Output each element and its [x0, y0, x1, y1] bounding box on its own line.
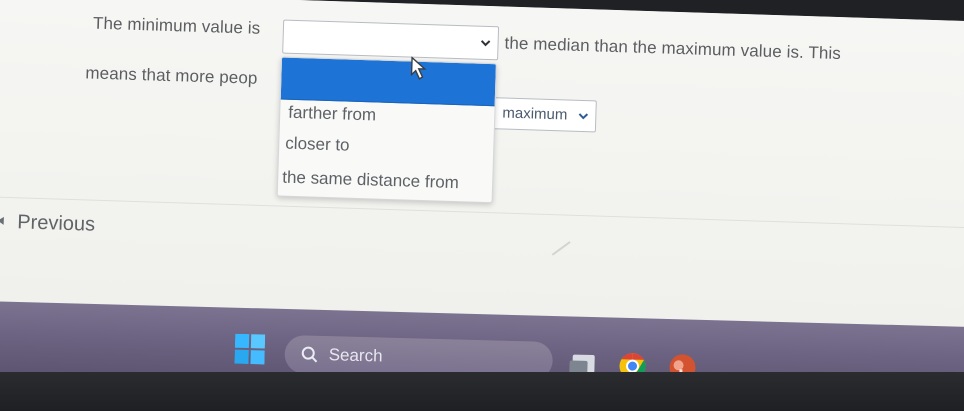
answer-dropdown-secondary-value: maximum	[502, 104, 568, 124]
answer-dropdown-secondary[interactable]: maximum	[491, 97, 597, 133]
dropdown-option-farther-from[interactable]: farther from	[288, 103, 376, 126]
question-text-part3: means that more peop	[85, 63, 258, 88]
question-content: The minimum value is the median than the…	[0, 0, 964, 342]
dropdown-highlighted-option[interactable]	[280, 57, 496, 107]
previous-button[interactable]: Previous	[0, 211, 95, 237]
mouse-cursor-icon	[410, 56, 427, 80]
previous-label: Previous	[16, 211, 96, 236]
taskbar-search-label: Search	[328, 345, 383, 366]
screen-glare-mark	[551, 241, 571, 256]
dropdown-option-same-distance-from[interactable]: the same distance from	[282, 168, 459, 194]
chevron-down-icon	[578, 113, 589, 120]
monitor-bezel	[0, 372, 964, 411]
chevron-left-icon	[0, 216, 4, 225]
answer-dropdown-menu: farther from closer to the same distance…	[276, 56, 497, 204]
search-icon	[301, 346, 318, 363]
windows-start-icon[interactable]	[234, 333, 266, 365]
question-text-part1: The minimum value is	[92, 13, 261, 38]
answer-dropdown-primary[interactable]	[282, 19, 500, 61]
chevron-down-icon	[480, 40, 491, 47]
dropdown-option-closer-to[interactable]: closer to	[285, 134, 350, 156]
question-text-part2: the median than the maximum value is. Th…	[504, 33, 842, 64]
